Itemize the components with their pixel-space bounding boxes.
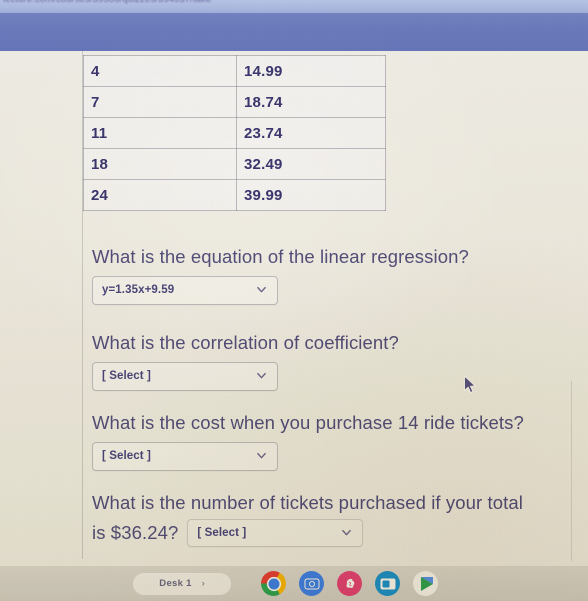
table-row: 18 32.49	[83, 148, 386, 180]
question-3: What is the cost when you purchase 14 ri…	[92, 411, 524, 471]
brain-glyph	[343, 577, 357, 591]
address-bar-url: lecture.com/courses/39586/quizzes/394937…	[3, 0, 211, 5]
brain-app-icon[interactable]	[337, 571, 362, 596]
table-cell-x: 11	[83, 117, 237, 149]
question-1-select[interactable]: y=1.35x+9.59	[92, 275, 278, 305]
table-row: 24 39.99	[83, 179, 386, 211]
table-row: 11 23.74	[83, 117, 386, 149]
desk-label: Desk 1	[159, 578, 192, 589]
mouse-cursor-icon	[463, 375, 477, 395]
camera-icon[interactable]	[299, 571, 324, 596]
play-store-icon[interactable]	[413, 571, 438, 596]
browser-chrome: lecture.com/courses/39586/quizzes/394937…	[0, 0, 588, 51]
photographed-screen: lecture.com/courses/39586/quizzes/394937…	[0, 0, 588, 601]
question-3-select-value: [ Select ]	[102, 450, 151, 463]
question-1-text: What is the equation of the linear regre…	[92, 246, 469, 267]
table-cell-x: 24	[83, 179, 237, 211]
table-cell-x: 4	[83, 55, 237, 87]
play-triangle-glyph	[420, 576, 433, 591]
camera-lens-shape	[308, 580, 315, 587]
chevron-down-icon	[256, 284, 267, 295]
address-bar[interactable]: lecture.com/courses/39586/quizzes/394937…	[0, 0, 588, 14]
shelf-items: Desk 1 ›	[133, 571, 438, 596]
question-1: What is the equation of the linear regre…	[92, 245, 469, 305]
chevron-down-icon	[256, 370, 267, 381]
question-2-select[interactable]: [ Select ]	[92, 361, 278, 391]
question-4-line-2: is $36.24? [ Select ]	[92, 518, 523, 547]
question-4-select-value: [ Select ]	[197, 526, 247, 539]
table-cell-x: 18	[83, 148, 237, 180]
chevron-right-icon: ›	[201, 578, 205, 588]
question-4-text-line-1: What is the number of tickets purchased …	[92, 492, 523, 513]
table-cell-x: 7	[83, 86, 237, 118]
question-2: What is the correlation of coefficient? …	[92, 331, 399, 391]
question-3-text: What is the cost when you purchase 14 ri…	[92, 412, 524, 433]
slides-glyph	[380, 578, 395, 589]
content-right-divider	[571, 381, 572, 561]
data-table: 4 14.99 7 18.74 11 23.74 18 32.49 24 39.…	[83, 55, 386, 211]
site-header-band	[0, 13, 588, 51]
table-cell-y: 39.99	[236, 179, 386, 211]
table-cell-y: 18.74	[236, 86, 386, 118]
desk-switcher-button[interactable]: Desk 1 ›	[133, 572, 231, 595]
chromeos-shelf: Desk 1 ›	[0, 566, 588, 601]
table-row: 4 14.99	[83, 55, 386, 87]
question-4-select[interactable]: [ Select ]	[187, 518, 364, 547]
question-4-text-line-2: is $36.24?	[92, 521, 179, 543]
chevron-down-icon	[256, 450, 267, 461]
question-2-text: What is the correlation of coefficient?	[92, 332, 399, 353]
quiz-page-content: 4 14.99 7 18.74 11 23.74 18 32.49 24 39.…	[0, 51, 588, 566]
question-4: What is the number of tickets purchased …	[92, 491, 523, 547]
table-cell-y: 14.99	[236, 55, 386, 87]
table-cell-y: 23.74	[236, 117, 386, 149]
question-3-select[interactable]: [ Select ]	[92, 441, 278, 471]
question-1-select-value: y=1.35x+9.59	[102, 284, 175, 297]
chevron-down-icon	[341, 527, 352, 538]
chrome-icon[interactable]	[261, 571, 286, 596]
slides-icon[interactable]	[375, 571, 400, 596]
question-2-select-value: [ Select ]	[102, 370, 151, 383]
table-row: 7 18.74	[83, 86, 386, 118]
table-cell-y: 32.49	[236, 148, 386, 180]
